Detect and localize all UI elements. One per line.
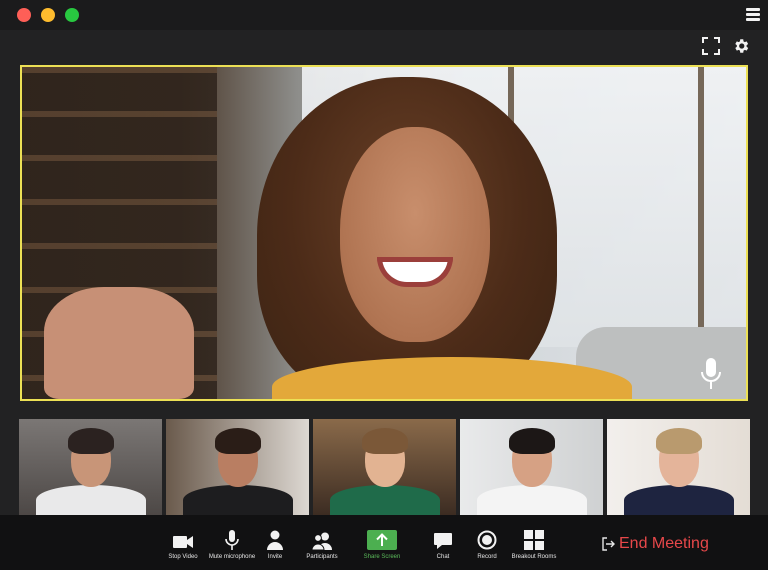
end-meeting-label: End Meeting [619, 535, 709, 552]
microphone-icon [701, 358, 721, 389]
breakout-rooms-button[interactable]: Breakout Rooms [511, 515, 557, 570]
active-speaker-video[interactable] [20, 65, 748, 401]
maximize-window-button[interactable] [65, 8, 79, 22]
stop-video-button[interactable]: Stop Video [163, 515, 203, 570]
waving-hand [44, 287, 194, 399]
participant-video-2[interactable] [166, 419, 309, 515]
record-button[interactable]: Record [474, 515, 500, 570]
chat-button[interactable]: Chat [430, 515, 456, 570]
video-camera-icon [173, 536, 193, 548]
mute-microphone-label: Mute microphone [208, 554, 256, 560]
record-label: Record [477, 554, 497, 560]
person-icon [267, 530, 283, 550]
hamburger-icon[interactable] [746, 8, 760, 21]
microphone-icon [225, 530, 239, 550]
exit-icon [602, 537, 615, 551]
end-meeting-button[interactable]: End Meeting [602, 535, 709, 553]
close-window-button[interactable] [17, 8, 31, 22]
participant-video-1[interactable] [19, 419, 162, 515]
share-screen-button[interactable]: Share Screen [362, 515, 402, 570]
breakout-rooms-icon [524, 530, 544, 550]
chat-icon [434, 533, 452, 549]
invite-button[interactable]: Invite [262, 515, 288, 570]
chat-label: Chat [436, 554, 450, 560]
fullscreen-icon[interactable] [702, 37, 720, 55]
invite-label: Invite [267, 554, 283, 560]
top-right-controls [702, 37, 750, 55]
participant-video-5[interactable] [607, 419, 750, 515]
participant-thumbnails [19, 419, 750, 515]
participants-button[interactable]: Participants [304, 515, 340, 570]
mute-microphone-button[interactable]: Mute microphone [207, 515, 257, 570]
gear-icon[interactable] [732, 37, 750, 55]
breakout-rooms-label: Breakout Rooms [511, 554, 557, 560]
record-icon [477, 530, 497, 550]
stop-video-label: Stop Video [168, 554, 198, 560]
participants-icon [311, 532, 332, 550]
arrow-up-icon [376, 533, 388, 546]
minimize-window-button[interactable] [41, 8, 55, 22]
share-screen-label: Share Screen [363, 554, 401, 560]
participants-label: Participants [306, 554, 338, 560]
speaker-face [340, 127, 490, 342]
participant-video-3[interactable] [313, 419, 456, 515]
window-titlebar [0, 0, 768, 30]
participant-video-4[interactable] [460, 419, 603, 515]
